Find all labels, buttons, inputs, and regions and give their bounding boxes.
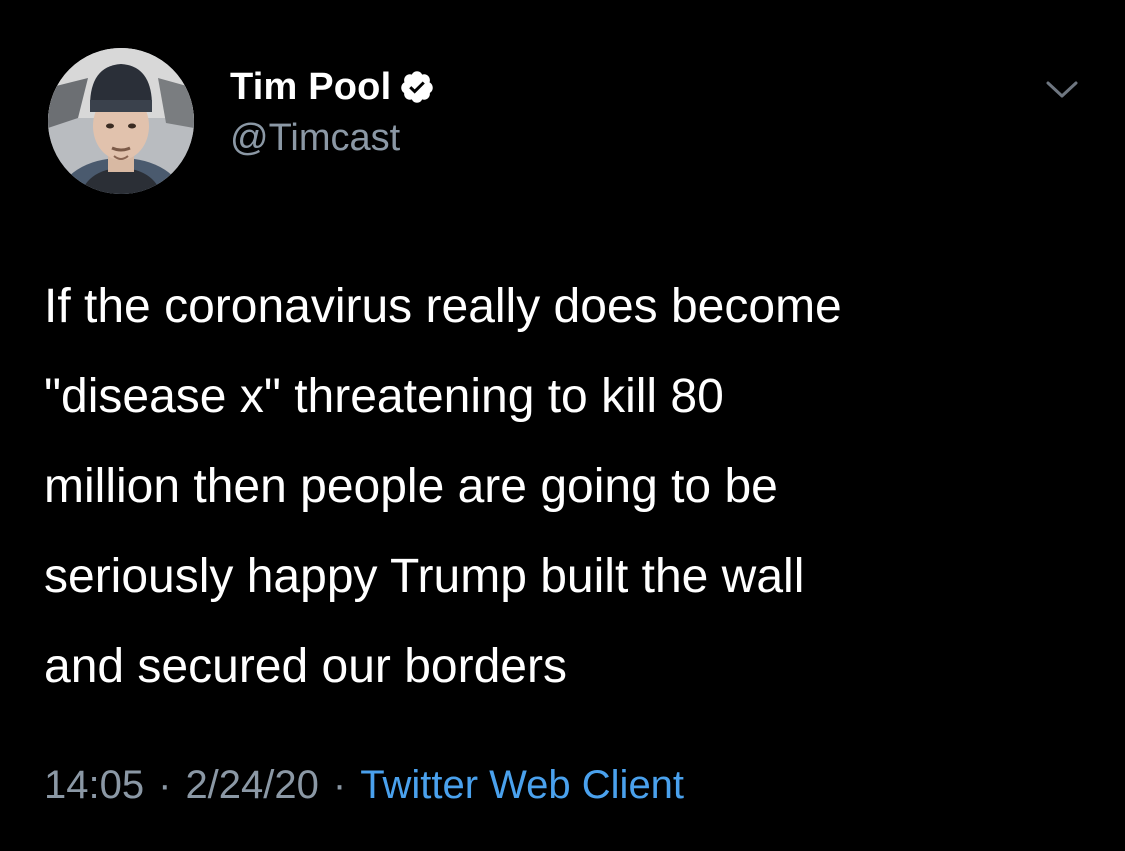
chevron-down-icon[interactable] <box>1042 74 1082 104</box>
tweet-text-line: seriously happy Trump built the wall <box>44 550 805 603</box>
author-avatar[interactable] <box>48 48 194 194</box>
tweet-body: If the coronavirus really does become "d… <box>44 262 1094 712</box>
tweet-time[interactable]: 14:05 <box>44 763 144 807</box>
meta-separator: · <box>332 763 347 807</box>
tweet-date[interactable]: 2/24/20 <box>185 763 318 807</box>
tweet-text-line: million then people are going to be <box>44 460 778 513</box>
tweet-card: Tim Pool @Timcast If the coronavirus rea… <box>0 0 1125 851</box>
avatar-photo-icon <box>48 48 194 194</box>
tweet-text-line: If the coronavirus really does become <box>44 280 842 333</box>
tweet-meta: 14:05 · 2/24/20 · Twitter Web Client <box>44 758 684 812</box>
tweet-text-line: and secured our borders <box>44 640 567 693</box>
author-info: Tim Pool @Timcast <box>230 62 435 162</box>
meta-separator: · <box>158 763 172 807</box>
author-name-row[interactable]: Tim Pool <box>230 62 435 112</box>
tweet-source-link[interactable]: Twitter Web Client <box>360 763 684 807</box>
tweet-text-line: "disease x" threatening to kill 80 <box>44 370 724 423</box>
verified-badge-icon <box>399 69 435 105</box>
author-handle[interactable]: @Timcast <box>230 114 435 162</box>
author-display-name[interactable]: Tim Pool <box>230 62 391 112</box>
